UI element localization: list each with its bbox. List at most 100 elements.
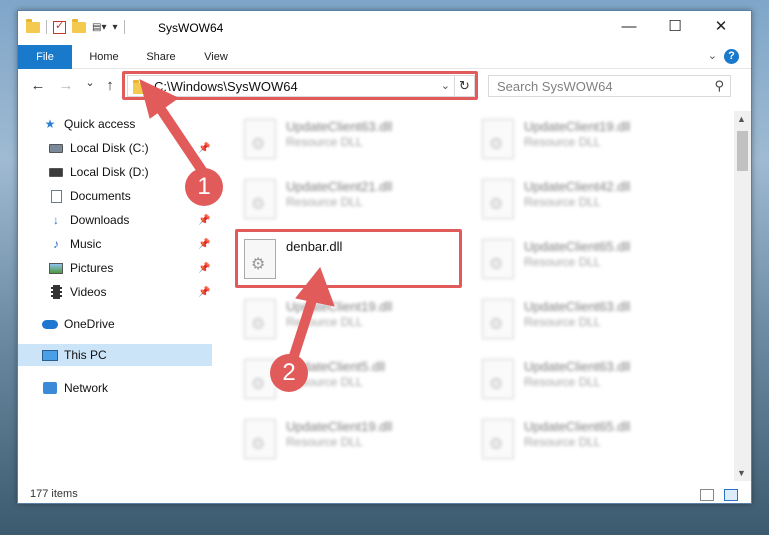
pictures-icon (49, 262, 63, 274)
onedrive-icon (42, 319, 58, 329)
dll-file-icon (482, 179, 514, 219)
file-item[interactable]: UpdateClient19.dll Resource DLL (236, 411, 456, 461)
minimize-button[interactable]: — (606, 11, 652, 41)
sidebar-item-label: Local Disk (D:) (70, 165, 149, 179)
file-name: UpdateClient65.dll (524, 419, 631, 434)
file-name: UpdateClient63.dll (286, 119, 393, 134)
file-item[interactable]: UpdateClient65.dll Resource DLL (474, 411, 694, 461)
item-count: 177 items (30, 488, 78, 500)
file-type: Resource DLL (286, 195, 363, 209)
this-pc-icon (42, 349, 58, 361)
sidebar-item-label: OneDrive (64, 317, 115, 331)
close-button[interactable]: ✕ (698, 11, 744, 41)
dll-file-icon (244, 179, 276, 219)
sidebar-item-label: This PC (64, 348, 107, 362)
status-bar: 177 items (18, 485, 751, 505)
ribbon-tabs: File Home Share View ⌄ ? (18, 45, 751, 69)
dll-file-icon (482, 299, 514, 339)
tab-view[interactable]: View (194, 45, 238, 69)
scroll-down-icon[interactable]: ▼ (737, 468, 746, 478)
sidebar-item-label: Pictures (70, 261, 114, 275)
toolbar-dropdown-icon[interactable]: ▾ (112, 22, 117, 33)
file-name: UpdateClient63.dll (524, 359, 631, 374)
file-type: Resource DLL (524, 255, 601, 269)
sidebar-item-label: Music (70, 237, 102, 251)
folder-icon (26, 18, 40, 33)
file-item[interactable]: UpdateClient63.dll Resource DLL (236, 111, 456, 161)
recent-locations-button[interactable]: ⌄ (80, 76, 100, 89)
sidebar-item-local-disk-c[interactable]: Local Disk (C:) 📌 (48, 137, 212, 159)
sidebar-item-pictures[interactable]: Pictures 📌 (48, 257, 212, 279)
back-button[interactable]: ← (28, 77, 48, 94)
sidebar-item-quick-access[interactable]: ★ Quick access (42, 113, 212, 135)
file-type: Resource DLL (286, 315, 363, 329)
sidebar-item-label: Quick access (64, 117, 136, 131)
pin-icon[interactable]: 📌 (198, 215, 210, 226)
properties-icon[interactable] (53, 19, 66, 34)
disk-icon (49, 143, 63, 153)
file-item[interactable]: UpdateClient19.dll Resource DLL (236, 291, 456, 341)
tab-share[interactable]: Share (136, 45, 186, 69)
file-item[interactable]: UpdateClient19.dll Resource DLL (474, 111, 694, 161)
music-icon: ♪ (53, 237, 59, 251)
step-1-badge: 1 (185, 168, 223, 206)
file-item[interactable]: UpdateClient21.dll Resource DLL (236, 171, 456, 221)
customize-toolbar-icon[interactable]: ▤▾ (92, 22, 106, 33)
details-view-icon[interactable] (700, 489, 714, 501)
large-icons-view-icon[interactable] (724, 489, 738, 501)
toolbar-divider (123, 20, 125, 34)
dll-file-icon (482, 359, 514, 399)
star-icon: ★ (44, 117, 56, 131)
dll-file-icon (482, 119, 514, 159)
file-type: Resource DLL (524, 195, 601, 209)
network-icon (43, 382, 57, 394)
sidebar-item-music[interactable]: ♪ Music 📌 (48, 233, 212, 255)
address-highlight-box (122, 71, 478, 100)
sidebar-item-videos[interactable]: Videos 📌 (48, 281, 212, 303)
sidebar-item-onedrive[interactable]: OneDrive (42, 313, 212, 335)
file-type: Resource DLL (286, 135, 363, 149)
sidebar-item-label: Network (64, 381, 109, 395)
sidebar-item-this-pc[interactable]: This PC (18, 344, 212, 366)
pin-icon[interactable]: 📌 (198, 263, 210, 274)
file-name: UpdateClient19.dll (286, 299, 393, 314)
help-icon[interactable]: ? (724, 49, 739, 64)
vertical-scrollbar[interactable]: ▲ ▼ (734, 111, 751, 481)
new-folder-icon[interactable] (72, 18, 86, 33)
file-item[interactable]: UpdateClient42.dll Resource DLL (474, 171, 694, 221)
file-name: UpdateClient19.dll (524, 119, 631, 134)
file-item[interactable]: UpdateClient65.dll Resource DLL (474, 231, 694, 281)
sidebar-item-label: Documents (70, 189, 131, 203)
pin-icon[interactable]: 📌 (198, 239, 210, 250)
navigation-pane: ★ Quick access Local Disk (C:) 📌 Local D… (18, 111, 212, 471)
pin-icon[interactable]: 📌 (198, 287, 210, 298)
sidebar-item-network[interactable]: Network (42, 377, 212, 399)
file-name: UpdateClient63.dll (524, 299, 631, 314)
tab-file[interactable]: File (18, 45, 72, 69)
dll-file-icon (244, 419, 276, 459)
up-button[interactable]: ↑ (100, 77, 120, 94)
sidebar-item-label: Videos (70, 285, 107, 299)
maximize-button[interactable]: ☐ (652, 11, 698, 41)
tab-home[interactable]: Home (78, 45, 130, 69)
forward-button[interactable]: → (56, 77, 76, 94)
file-type: Resource DLL (524, 315, 601, 329)
sidebar-item-downloads[interactable]: ↓ Downloads 📌 (48, 209, 212, 231)
file-highlight-box (235, 229, 462, 288)
file-type: Resource DLL (524, 135, 601, 149)
step-2-badge: 2 (270, 354, 308, 392)
file-item[interactable]: UpdateClient63.dll Resource DLL (474, 351, 694, 401)
expand-ribbon-icon[interactable]: ⌄ (708, 49, 717, 62)
scroll-up-icon[interactable]: ▲ (737, 114, 746, 124)
scrollbar-thumb[interactable] (737, 131, 748, 171)
dll-file-icon (482, 419, 514, 459)
search-input[interactable] (489, 76, 699, 96)
file-item[interactable]: UpdateClient5.dll Resource DLL (236, 351, 456, 401)
dll-file-icon (482, 239, 514, 279)
file-item[interactable]: UpdateClient63.dll Resource DLL (474, 291, 694, 341)
toolbar-divider (46, 20, 47, 34)
pin-icon[interactable]: 📌 (198, 143, 210, 154)
search-box[interactable]: ⚲ (488, 75, 731, 97)
quick-access-toolbar: ▤▾ ▾ (26, 18, 125, 34)
file-list: UpdateClient63.dll Resource DLL UpdateCl… (232, 111, 732, 471)
